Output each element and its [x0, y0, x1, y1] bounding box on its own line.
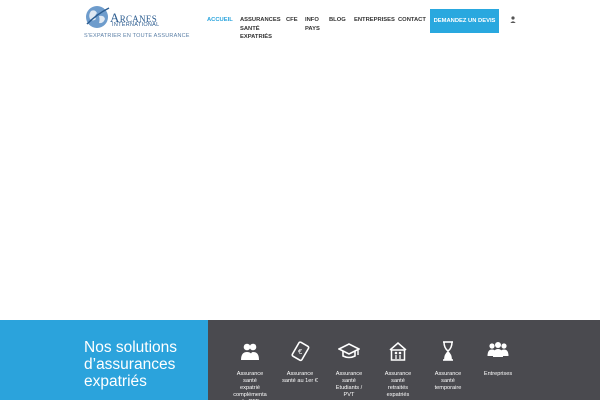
people-icon: [241, 343, 259, 360]
user-icon[interactable]: [510, 16, 516, 23]
solution-label: Assurance santé expatrié complémenta de …: [233, 371, 267, 400]
nav-item-info-pays[interactable]: INFO PAYS: [305, 16, 320, 33]
nav-item-blog[interactable]: BLOG: [329, 16, 346, 25]
solution-temporary[interactable]: Assurance santé temporaire: [424, 340, 472, 392]
solution-label: Entreprises: [483, 371, 513, 377]
solution-label: Assurance santé au 1er €: [282, 371, 318, 384]
solution-retirees[interactable]: Assurance santé retraités expatriés: [374, 340, 422, 399]
nav-item-assurances[interactable]: ASSURANCES SANTÉ EXPATRIÉS: [240, 16, 281, 42]
request-quote-button[interactable]: DEMANDEZ UN DEVIS: [430, 9, 499, 33]
site-header: ARCANES INTERNATIONAL S'EXPATRIER EN TOU…: [0, 0, 600, 52]
group-icon: [487, 342, 509, 357]
nav-item-accueil[interactable]: ACCUEIL: [207, 16, 233, 25]
graduation-cap-icon: [338, 343, 360, 359]
solutions-title: Nos solutions d’assurances expatriés: [84, 339, 178, 390]
nav-item-entreprises[interactable]: ENTREPRISES: [354, 16, 395, 25]
solution-expat-cfe[interactable]: Assurance santé expatrié complémenta de …: [226, 340, 274, 400]
tagline: S'EXPATRIER EN TOUTE ASSURANCE: [84, 33, 190, 39]
solution-companies[interactable]: Entreprises: [474, 340, 522, 378]
nav-item-cfe[interactable]: CFE: [286, 16, 298, 25]
svg-text:€: €: [298, 348, 302, 356]
retirement-home-icon: [389, 342, 407, 361]
nav-item-contact[interactable]: CONTACT: [398, 16, 426, 25]
solution-label: Assurance santé temporaire: [434, 371, 462, 391]
ticket-euro-icon: €: [291, 341, 310, 362]
solution-label: Assurance santé Etudiants / PVT: [335, 371, 363, 398]
solution-students[interactable]: Assurance santé Etudiants / PVT: [325, 340, 373, 399]
solution-first-euro[interactable]: € Assurance santé au 1er €: [276, 340, 324, 385]
logo-subtitle: INTERNATIONAL: [112, 22, 160, 28]
page: { "header": { "logo_name_initial": "A", …: [0, 0, 600, 400]
globe-icon: [86, 6, 110, 28]
solution-label: Assurance santé retraités expatriés: [384, 371, 412, 398]
hourglass-icon: [443, 341, 453, 361]
